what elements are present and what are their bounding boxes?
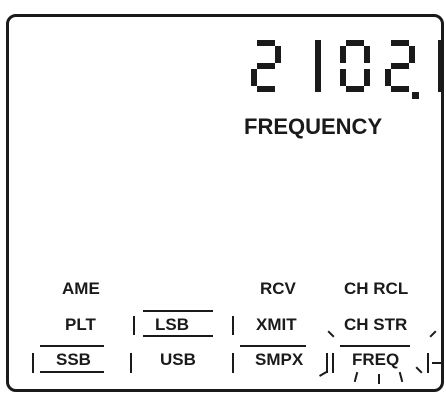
dash — [432, 362, 442, 364]
divider — [326, 353, 328, 373]
mode-freq: FREQ — [352, 350, 400, 369]
divider — [232, 316, 234, 335]
freq-top-bar — [340, 345, 410, 347]
mode-xmit: XMIT — [256, 315, 297, 334]
divider — [427, 353, 429, 373]
mode-ch-rcl: CH RCL — [344, 279, 409, 298]
ssb-top-bar — [40, 345, 104, 347]
mode-ch-str: CH STR — [344, 315, 408, 334]
frequency-label: FREQUENCY — [244, 114, 383, 139]
divider — [232, 353, 234, 373]
mode-plt: PLT — [65, 315, 96, 334]
frequency-readout — [251, 40, 444, 99]
divider — [133, 316, 135, 335]
mode-smpx: SMPX — [255, 350, 304, 369]
lsb-bottom-bar — [143, 335, 213, 337]
divider — [332, 353, 334, 373]
mode-ssb: SSB — [56, 350, 91, 369]
divider — [32, 353, 34, 373]
divider — [130, 353, 132, 373]
mode-rcv: RCV — [260, 279, 296, 298]
mode-ame: AME — [62, 279, 100, 298]
ssb-bottom-bar — [40, 371, 104, 373]
lsb-top-bar — [143, 310, 213, 312]
mode-usb: USB — [160, 350, 196, 369]
mode-lsb: LSB — [155, 315, 189, 334]
smpx-top-bar — [240, 345, 306, 347]
